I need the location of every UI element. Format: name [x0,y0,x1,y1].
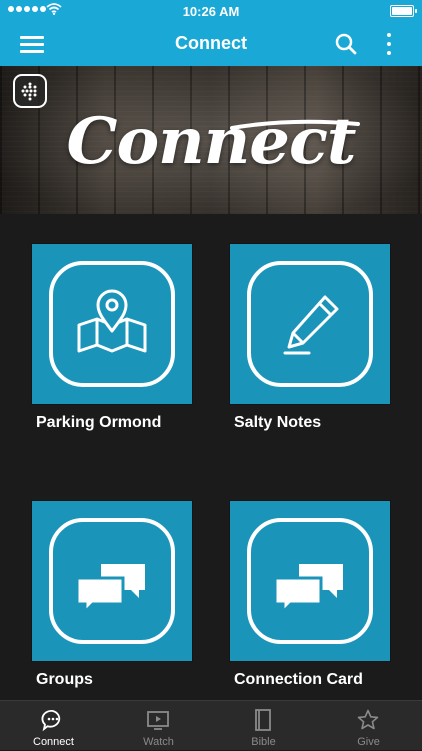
chat-icon [41,709,61,732]
tile-groups[interactable]: Groups [32,501,192,688]
banner-title: Connect [66,104,357,179]
tile-box [32,244,192,404]
tab-label: Give [357,736,380,748]
tile-salty-notes[interactable]: Salty Notes [230,244,390,431]
battery-icon [390,5,417,17]
tab-label: Bible [251,736,276,748]
tab-bible[interactable]: Bible [211,701,316,751]
more-vertical-icon[interactable] [383,32,395,56]
tile-box [230,244,390,404]
map-pin-icon [77,289,147,353]
tile-label: Parking Ormond [36,414,162,431]
tile-parking-ormond[interactable]: Parking Ormond [32,244,192,431]
nav-bar: Connect [0,22,422,66]
book-icon [255,709,271,731]
banner-swash [230,119,360,130]
tab-give[interactable]: Give [316,701,421,751]
tile-box [230,501,390,661]
header-banner: Connect [0,66,422,214]
tile-label: Connection Card [234,671,363,688]
search-icon[interactable] [334,32,358,56]
chat-bubbles-icon [273,564,343,616]
page-title: Connect [175,33,247,53]
tab-watch[interactable]: Watch [106,701,211,751]
tile-connection-card[interactable]: Connection Card [230,501,390,688]
tab-label: Watch [143,736,174,748]
tile-label: Salty Notes [234,414,322,431]
status-bar: 10:26 AM [0,0,422,22]
tile-label: Groups [36,671,93,688]
grid-menu-icon[interactable] [13,74,47,108]
tile-box [32,501,192,661]
pencil-icon [283,295,339,355]
star-icon [357,709,379,730]
status-time: 10:26 AM [182,4,240,19]
chat-bubbles-icon [75,564,145,616]
video-icon [147,711,169,730]
tab-label: Connect [33,736,74,748]
tab-bar: Connect Watch Bible Give [0,700,422,750]
tab-connect[interactable]: Connect [1,701,106,751]
